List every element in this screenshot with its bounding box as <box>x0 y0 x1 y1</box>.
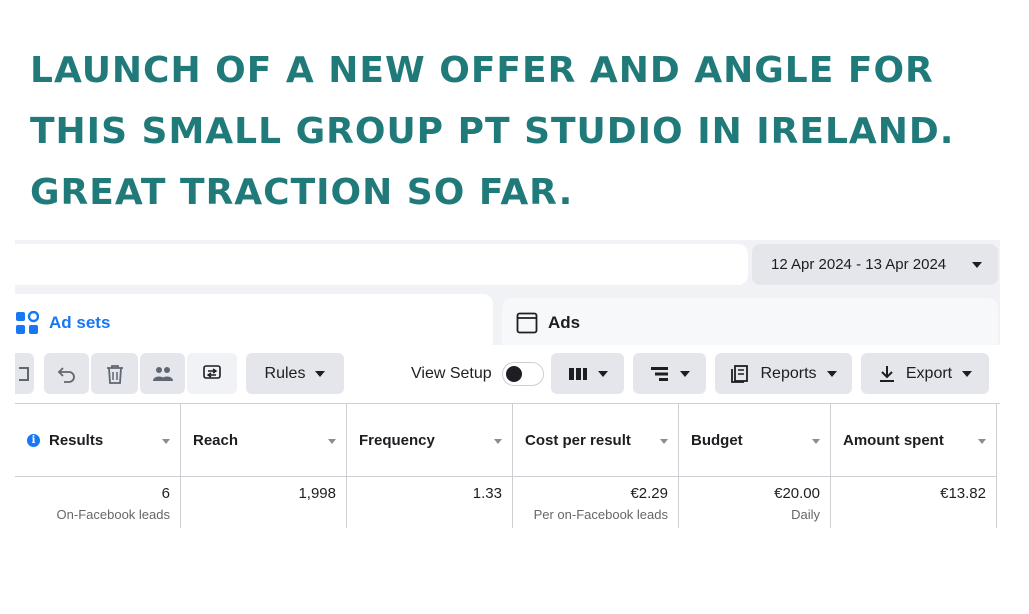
reach-value: 1,998 <box>298 485 336 502</box>
date-range-picker[interactable]: 12 Apr 2024 - 13 Apr 2024 <box>752 244 998 285</box>
delete-button[interactable] <box>91 353 138 394</box>
breakdown-dropdown[interactable] <box>633 353 706 394</box>
column-header-label: Amount spent <box>843 431 944 449</box>
sort-icon[interactable] <box>660 439 668 444</box>
column-header-label: Cost per result <box>525 431 631 449</box>
trash-icon <box>106 364 123 384</box>
caret-down-icon <box>597 370 608 377</box>
ads-manager-screenshot: 12 Apr 2024 - 13 Apr 2024 Ad sets Ads Ru… <box>15 240 1000 528</box>
column-header-reach[interactable]: Reach <box>181 404 347 477</box>
sort-icon[interactable] <box>978 439 986 444</box>
cell-amount-spent: €13.82 <box>831 477 997 528</box>
column-header-label: Budget <box>691 431 743 449</box>
headline: LAUNCH OF A NEW OFFER AND ANGLE FOR THIS… <box>30 50 955 213</box>
window-icon <box>516 312 538 334</box>
cell-reach: 1,998 <box>181 477 347 528</box>
results-value: 6 <box>161 485 170 502</box>
column-header-amount-spent[interactable]: Amount spent <box>831 404 997 477</box>
tab-ad-sets-label: Ad sets <box>49 313 111 332</box>
cell-results: 6 On-Facebook leads <box>15 477 181 528</box>
undo-icon <box>57 366 75 383</box>
search-bar[interactable] <box>15 244 748 285</box>
cell-budget: €20.00 Daily <box>679 477 831 528</box>
grid-icon <box>15 310 40 335</box>
cell-frequency: 1.33 <box>347 477 513 528</box>
column-header-results[interactable]: i Results <box>15 404 181 477</box>
sort-icon[interactable] <box>328 439 336 444</box>
columns-dropdown[interactable] <box>551 353 624 394</box>
tab-ads-label: Ads <box>548 313 581 332</box>
results-subtext: On-Facebook leads <box>56 507 170 522</box>
info-icon[interactable]: i <box>27 433 40 447</box>
column-header-label: Reach <box>193 431 239 449</box>
column-header-label: Frequency <box>359 431 435 449</box>
toolbar: Rules View Setup Reports Export <box>15 345 1000 403</box>
date-range-label: 12 Apr 2024 - 13 Apr 2024 <box>771 256 947 273</box>
amount-spent-value: €13.82 <box>940 485 986 502</box>
reports-icon <box>731 364 749 383</box>
column-header-frequency[interactable]: Frequency <box>347 404 513 477</box>
export-dropdown[interactable]: Export <box>861 353 989 394</box>
download-icon <box>879 365 894 382</box>
breakdown-icon <box>650 366 668 381</box>
rules-dropdown[interactable]: Rules <box>246 353 344 394</box>
frequency-value: 1.33 <box>472 485 502 502</box>
caret-down-icon <box>962 370 973 377</box>
people-icon <box>152 366 173 381</box>
tab-ad-sets[interactable]: Ad sets <box>15 294 493 352</box>
budget-subtext: Daily <box>791 507 820 522</box>
undo-button[interactable] <box>44 353 89 394</box>
column-header-budget[interactable]: Budget <box>679 404 831 477</box>
ad-sets-table: i Results Reach Frequency Cost per resul… <box>15 403 1000 528</box>
column-header-cost-per-result[interactable]: Cost per result <box>513 404 679 477</box>
cost-per-result-subtext: Per on-Facebook leads <box>533 507 668 522</box>
ab-test-icon <box>203 364 221 379</box>
audience-button[interactable] <box>140 353 185 394</box>
tab-ads[interactable]: Ads <box>502 298 998 348</box>
edit-button[interactable] <box>15 353 34 394</box>
columns-icon <box>568 367 587 380</box>
sort-icon[interactable] <box>162 439 170 444</box>
caret-down-icon <box>972 261 982 268</box>
reports-dropdown[interactable]: Reports <box>715 353 852 394</box>
edit-icon <box>19 366 29 381</box>
caret-down-icon <box>315 370 326 377</box>
view-setup: View Setup <box>411 353 544 394</box>
export-label: Export <box>905 364 953 382</box>
sort-icon[interactable] <box>812 439 820 444</box>
rules-label: Rules <box>264 364 306 382</box>
caret-down-icon <box>679 370 690 377</box>
sort-icon[interactable] <box>494 439 502 444</box>
budget-value: €20.00 <box>774 485 820 502</box>
cost-per-result-value: €2.29 <box>630 485 668 502</box>
ab-test-button[interactable] <box>187 353 237 394</box>
reports-label: Reports <box>760 364 817 382</box>
caret-down-icon <box>826 370 837 377</box>
cell-cost-per-result: €2.29 Per on-Facebook leads <box>513 477 679 528</box>
view-setup-label: View Setup <box>411 364 492 382</box>
column-header-label: Results <box>49 431 104 449</box>
view-setup-toggle[interactable] <box>501 361 544 386</box>
